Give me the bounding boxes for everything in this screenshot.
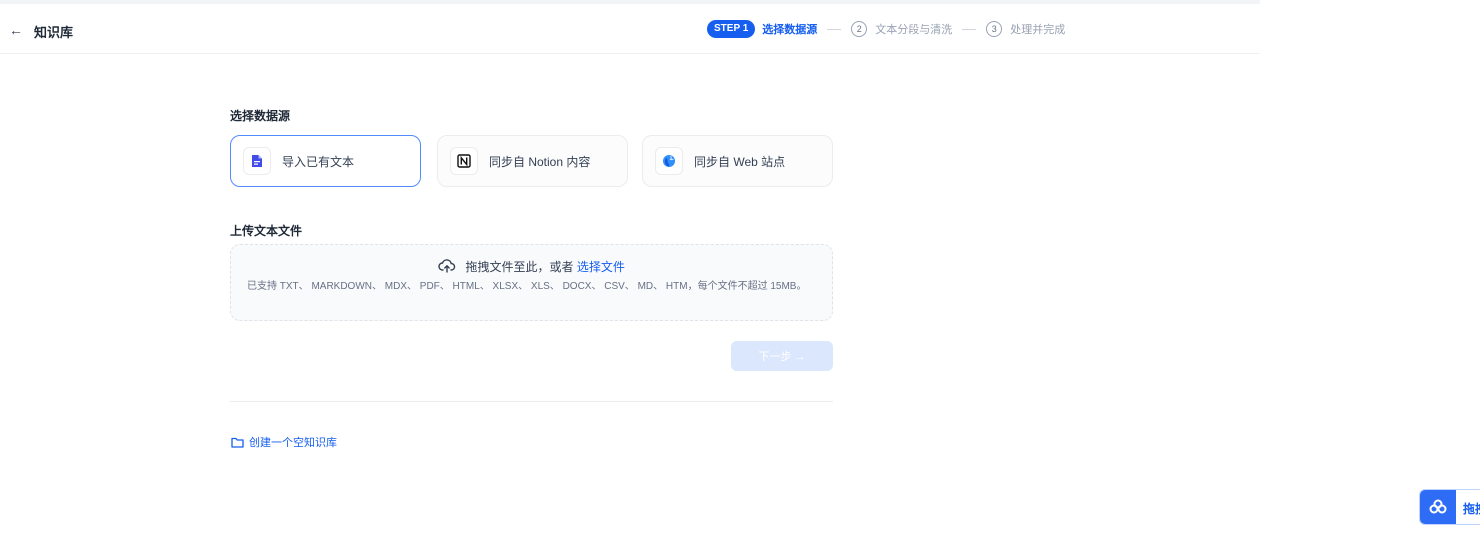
step-3-number: 3 bbox=[986, 21, 1003, 37]
source-option-text[interactable]: 导入已有文本 bbox=[230, 135, 421, 187]
step-2-label: 文本分段与清洗 bbox=[875, 24, 953, 36]
source-option-label: 导入已有文本 bbox=[282, 154, 355, 169]
step-2-number: 2 bbox=[851, 21, 868, 37]
folder-icon bbox=[231, 437, 244, 448]
file-dropzone[interactable]: 拖拽文件至此，或者 选择文件 已支持 TXT、 MARKDOWN、 MDX、 P… bbox=[230, 244, 833, 321]
step-divider bbox=[962, 28, 977, 30]
step-1-badge: STEP 1 bbox=[707, 20, 756, 38]
select-file-link[interactable]: 选择文件 bbox=[577, 260, 625, 274]
top-bar bbox=[0, 0, 1260, 4]
cloud-upload-icon bbox=[438, 259, 456, 276]
create-empty-kb-label: 创建一个空知识库 bbox=[249, 437, 337, 449]
globe-icon bbox=[655, 147, 683, 175]
cloud-link-icon bbox=[1420, 490, 1456, 524]
upload-heading: 上传文本文件 bbox=[230, 224, 303, 238]
page-title: 知识库 bbox=[34, 25, 74, 40]
step-1-label: 选择数据源 bbox=[762, 24, 818, 36]
step-indicator: STEP 1 选择数据源 2 文本分段与清洗 3 处理并完成 bbox=[707, 19, 1065, 39]
source-option-label: 同步自 Web 站点 bbox=[694, 154, 786, 169]
page-header: ← 知识库 STEP 1 选择数据源 2 文本分段与清洗 3 处理并完成 bbox=[0, 5, 1260, 54]
dropzone-prompt: 拖拽文件至此，或者 选择文件 bbox=[231, 258, 832, 276]
supported-formats-hint: 已支持 TXT、 MARKDOWN、 MDX、 PDF、 HTML、 XLSX、… bbox=[247, 281, 807, 292]
file-icon bbox=[243, 147, 271, 175]
source-option-web[interactable]: 同步自 Web 站点 bbox=[642, 135, 833, 187]
floating-widget-label: 拖拽 bbox=[1463, 502, 1480, 516]
next-step-button[interactable]: 下一步 → bbox=[731, 341, 833, 371]
create-empty-kb-link[interactable]: 创建一个空知识库 bbox=[231, 434, 337, 450]
notion-icon bbox=[450, 147, 478, 175]
step-3-label: 处理并完成 bbox=[1010, 24, 1066, 36]
source-heading: 选择数据源 bbox=[230, 109, 291, 123]
source-option-notion[interactable]: 同步自 Notion 内容 bbox=[437, 135, 628, 187]
back-arrow-icon[interactable]: ← bbox=[9, 22, 23, 38]
section-divider bbox=[230, 401, 833, 402]
floating-drag-widget[interactable]: 拖拽 bbox=[1419, 489, 1480, 525]
step-divider bbox=[827, 28, 842, 30]
drag-text: 拖拽文件至此，或者 bbox=[465, 260, 574, 274]
source-option-label: 同步自 Notion 内容 bbox=[489, 154, 591, 169]
